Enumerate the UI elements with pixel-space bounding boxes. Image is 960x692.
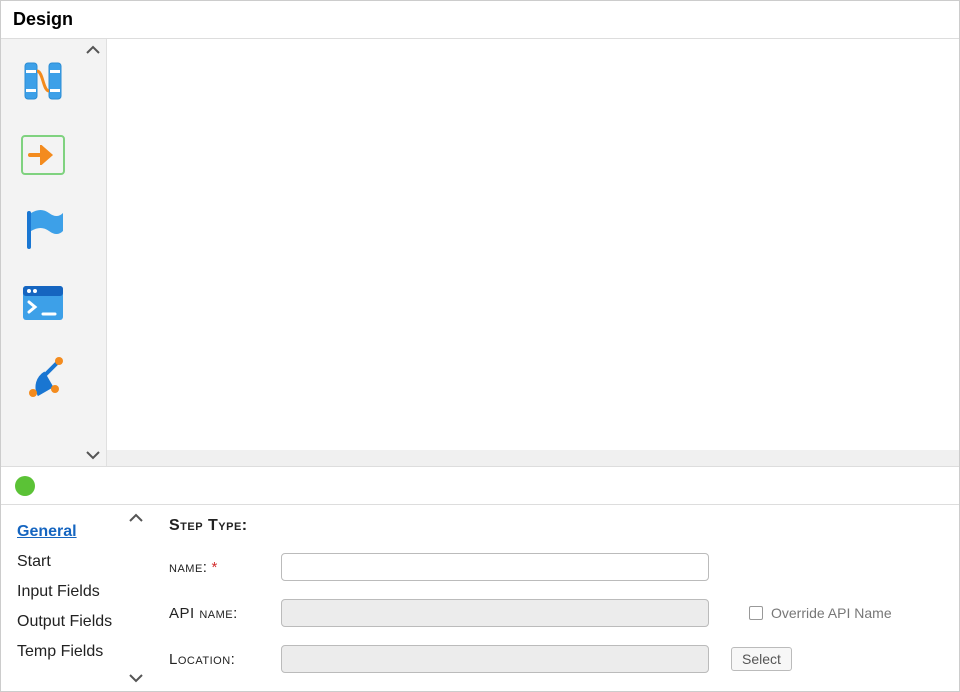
override-api-name-checkbox[interactable]: Override API Name [749,605,892,621]
nav-item-input-fields[interactable]: Input Fields [17,577,133,607]
design-canvas[interactable] [107,39,959,450]
terminal-icon[interactable] [19,279,67,327]
required-asterisk-icon: * [211,559,217,576]
api-name-label: API name: [169,605,281,622]
toolbox-icons [1,47,106,401]
canvas-bottom-strip [107,450,959,466]
chevron-down-icon[interactable] [129,673,143,683]
properties-form: Step Type: name:* API name: Override API… [149,505,959,691]
page-title: Design [13,9,947,30]
status-bar [1,467,959,505]
api-name-input[interactable] [281,599,709,627]
toolbox-panel [1,39,107,466]
nav-item-output-fields[interactable]: Output Fields [17,607,133,637]
flag-icon[interactable] [19,205,67,253]
name-input[interactable] [281,553,709,581]
workflow-icon[interactable] [19,57,67,105]
chevron-up-icon[interactable] [129,513,143,523]
location-input[interactable] [281,645,709,673]
select-location-button[interactable]: Select [731,647,792,671]
nav-item-start[interactable]: Start [17,547,133,577]
chevron-up-icon[interactable] [86,45,100,55]
name-label: name:* [169,559,281,576]
location-label: Location: [169,651,281,668]
status-indicator-icon [15,476,35,496]
arrow-right-icon[interactable] [19,131,67,179]
nav-item-temp-fields[interactable]: Temp Fields [17,637,133,667]
step-type-label: Step Type: [169,517,281,535]
nav-item-general[interactable]: General [17,517,133,547]
checkbox-icon [749,606,763,620]
chevron-down-icon[interactable] [86,450,100,460]
main-area [1,39,959,467]
properties-nav: General Start Input Fields Output Fields… [1,505,149,691]
override-api-name-label: Override API Name [771,605,892,621]
canvas-wrap [107,39,959,466]
properties-panel: General Start Input Fields Output Fields… [1,505,959,691]
satellite-icon[interactable] [19,353,67,401]
header-bar: Design [1,1,959,39]
